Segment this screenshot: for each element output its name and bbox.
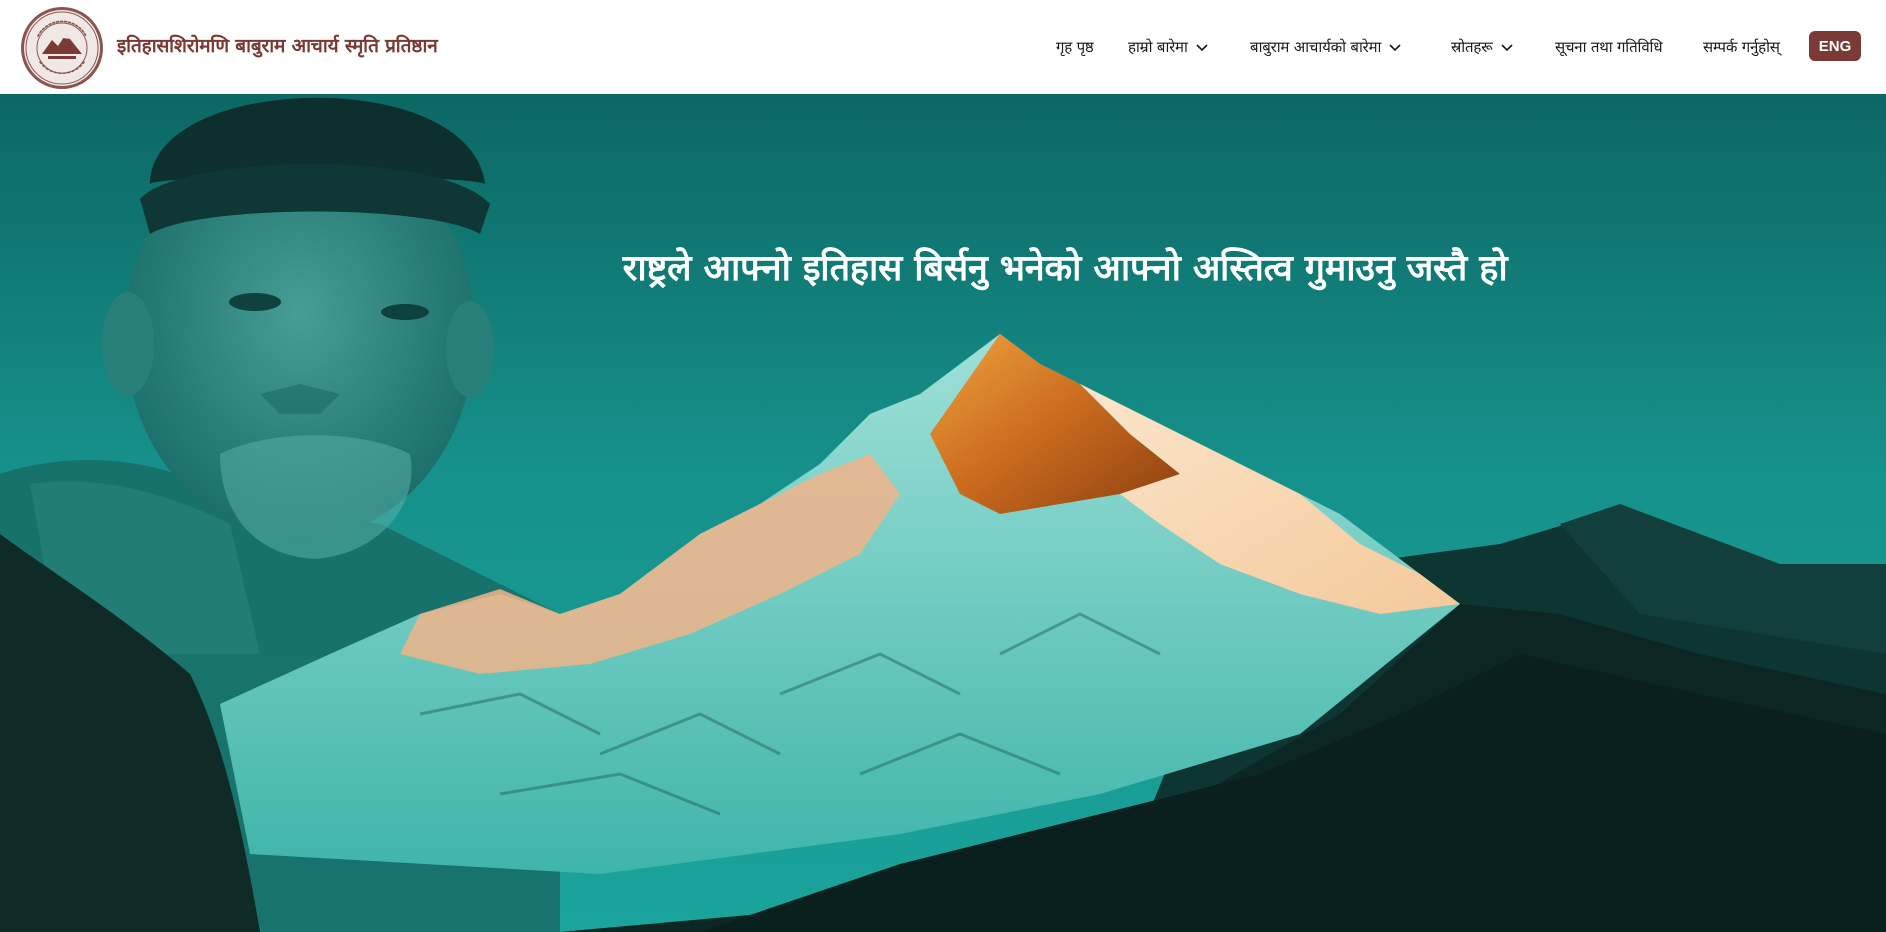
- nav-about-us[interactable]: हाम्रो बारेमा: [1128, 37, 1209, 57]
- language-toggle-button[interactable]: ENG: [1809, 31, 1861, 61]
- site-title[interactable]: इतिहासशिरोमणि बाबुराम आचार्य स्मृति प्रत…: [117, 32, 438, 58]
- organization-seal-logo-icon: [21, 7, 103, 89]
- nav-home[interactable]: गृह पृष्ठ: [1056, 37, 1094, 57]
- site-header: इतिहासशिरोमणि बाबुराम आचार्य स्मृति प्रत…: [0, 0, 1886, 94]
- chevron-down-icon: [1195, 40, 1209, 54]
- nav-news-activities[interactable]: सूचना तथा गतिविधि: [1555, 37, 1663, 57]
- nav-resources[interactable]: स्रोतहरू: [1451, 37, 1514, 57]
- hero-quote: राष्ट्रले आफ्नो इतिहास बिर्सनु भनेको आफ्…: [622, 248, 1508, 289]
- nav-label: बाबुराम आचार्यको बारेमा: [1250, 38, 1382, 56]
- hero-banner: राष्ट्रले आफ्नो इतिहास बिर्सनु भनेको आफ्…: [0, 94, 1886, 932]
- nav-about-baburam[interactable]: बाबुराम आचार्यको बारेमा: [1250, 37, 1402, 57]
- chevron-down-icon: [1500, 40, 1514, 54]
- main-navigation: गृह पृष्ठ हाम्रो बारेमा बाबुराम आचार्यको…: [1050, 0, 1886, 94]
- nav-label: गृह पृष्ठ: [1056, 38, 1094, 56]
- chevron-down-icon: [1388, 40, 1402, 54]
- nav-label: हाम्रो बारेमा: [1128, 38, 1188, 56]
- nav-label: सूचना तथा गतिविधि: [1555, 38, 1663, 56]
- hero-background-image: [0, 94, 1886, 932]
- nav-contact[interactable]: सम्पर्क गर्नुहोस्: [1703, 37, 1780, 57]
- nav-label: स्रोतहरू: [1451, 38, 1493, 56]
- site-logo[interactable]: [20, 6, 104, 90]
- nav-label: सम्पर्क गर्नुहोस्: [1703, 38, 1780, 56]
